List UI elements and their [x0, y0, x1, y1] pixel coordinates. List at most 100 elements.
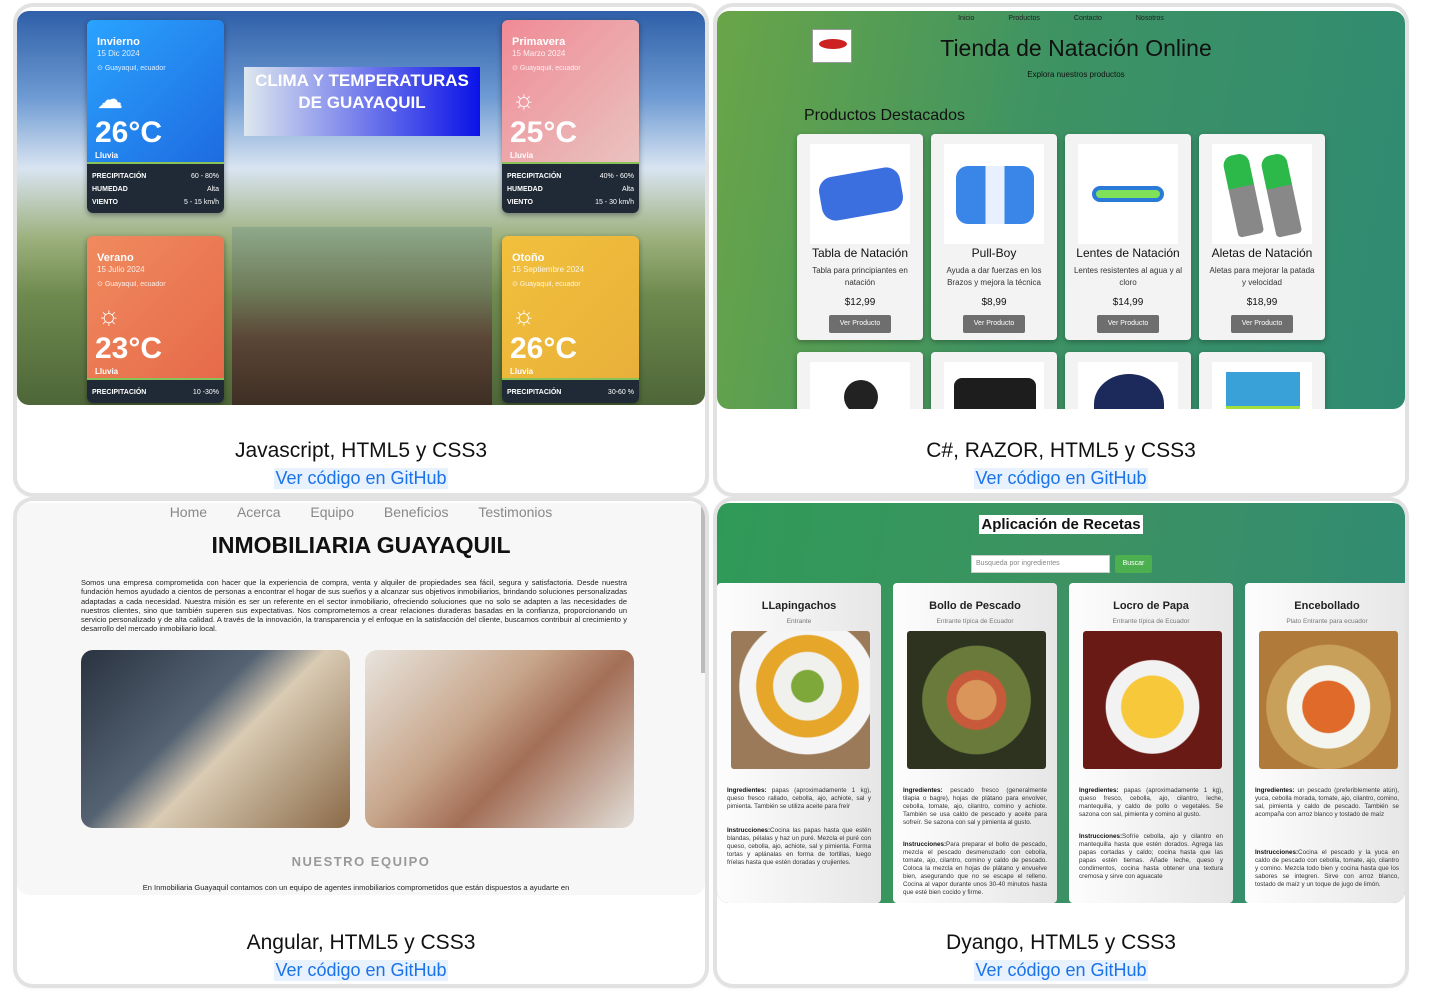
- github-link[interactable]: Ver código en GitHub: [274, 468, 448, 489]
- product-name: Tabla de Natación: [811, 246, 909, 260]
- weather-preview: Invierno 15 Dic 2024 ⊙ Guayaquil, ecuado…: [17, 11, 705, 405]
- recipe-instructions: Instrucciones:Para preparar el bollo de …: [903, 841, 1047, 896]
- season-location: ⊙ Guayaquil, ecuador: [512, 65, 581, 72]
- product-card: [931, 352, 1057, 409]
- season-date: 15 Marzo 2024: [512, 49, 566, 58]
- bag-image: [944, 362, 1044, 409]
- season-card-primavera: Primavera 15 Marzo 2024 ⊙ Guayaquil, ecu…: [502, 20, 639, 213]
- recipe-name: Bollo de Pescado: [929, 600, 1021, 612]
- season-date: 15 Julio 2024: [97, 265, 145, 274]
- season-condition: Lluvia: [95, 151, 119, 160]
- bollo-de-pescado-photo: [907, 631, 1046, 769]
- locro-de-papa-photo: [1083, 631, 1222, 769]
- product-card: [1065, 352, 1191, 409]
- recipe-ingredients: Ingredientes: pescado fresco (generalmen…: [903, 787, 1048, 826]
- about-text: Somos una empresa comprometida con hacer…: [81, 578, 627, 634]
- recipe-type: Plato Entrante para ecuador: [1286, 618, 1368, 625]
- shop-subtitle: Explora nuestros productos: [1027, 70, 1125, 79]
- github-link[interactable]: Ver código en GitHub: [274, 960, 448, 981]
- recipe-card: Encebollado Plato Entrante para ecuador …: [1245, 583, 1405, 903]
- real-estate-title: INMOBILIARIA GUAYAQUIL: [211, 532, 511, 558]
- recipe-type: Entrante: [786, 618, 812, 625]
- project-footer: Javascript, HTML5 y CSS3 Ver código en G…: [17, 439, 705, 489]
- nav-equipo[interactable]: Equipo: [310, 504, 354, 520]
- season-card-invierno: Invierno 15 Dic 2024 ⊙ Guayaquil, ecuado…: [87, 20, 224, 213]
- product-price: $8,99: [981, 297, 1007, 308]
- product-card: [1199, 352, 1325, 409]
- watch-image: [810, 362, 910, 409]
- encebollado-photo: [1259, 631, 1398, 769]
- product-card: Aletas de Natación Aletas para mejorar l…: [1199, 134, 1325, 340]
- nav-beneficios[interactable]: Beneficios: [384, 504, 449, 520]
- github-link[interactable]: Ver código en GitHub: [974, 960, 1148, 981]
- season-name: Verano: [97, 252, 134, 264]
- project-card-real-estate: Home Acerca Equipo Beneficios Testimonio…: [17, 501, 705, 984]
- swim-cap-image: [1078, 362, 1178, 409]
- recipe-card: Bollo de Pescado Entrante típica de Ecua…: [893, 583, 1057, 903]
- product-card: [797, 352, 923, 409]
- project-card-weather: Invierno 15 Dic 2024 ⊙ Guayaquil, ecuado…: [17, 7, 705, 493]
- season-card-verano: Verano 15 Julio 2024 ⊙ Guayaquil, ecuado…: [87, 236, 224, 403]
- season-stats: PRECIPITACIÓN 40% - 60% HUMEDAD Alta VIENT…: [502, 162, 639, 213]
- couple-keys-photo: [365, 650, 634, 828]
- recipe-instructions: Instrucciones:Sofríe cebolla, ajo y cila…: [1079, 833, 1223, 880]
- shop-title: Tienda de Natación Online: [940, 35, 1212, 61]
- recipe-card: Locro de Papa Entrante típica de Ecuador…: [1069, 583, 1233, 903]
- search-button[interactable]: Buscar: [1115, 555, 1152, 573]
- house-model-photo: [81, 650, 350, 828]
- nav-testimonios[interactable]: Testimonios: [478, 504, 552, 520]
- season-location: ⊙ Guayaquil, ecuador: [97, 65, 166, 72]
- product-description: Lentes resistentes al agua y al cloro: [1073, 266, 1183, 287]
- view-product-button[interactable]: Ver Producto: [829, 315, 891, 333]
- product-price: $12,99: [844, 297, 876, 308]
- scrollbar[interactable]: [701, 503, 705, 673]
- ingredient-search-input[interactable]: Busqueda por ingredientes: [971, 555, 1110, 573]
- project-tech: Dyango, HTML5 y CSS3: [946, 931, 1176, 954]
- product-description: Tabla para principiantes en natación: [812, 266, 908, 287]
- goggles-image: [1078, 144, 1178, 244]
- product-name: Lentes de Natación: [1076, 246, 1180, 260]
- team-heading: NUESTRO EQUIPO: [291, 854, 431, 869]
- fins-image: [1212, 144, 1312, 244]
- season-location: ⊙ Guayaquil, ecuador: [97, 281, 166, 288]
- view-product-button[interactable]: Ver Producto: [963, 315, 1025, 333]
- pull-buoy-image: [944, 144, 1044, 244]
- recipe-instructions: Instrucciones:Cocina el pescado y la yuc…: [1255, 849, 1399, 888]
- team-text: En Inmobiliaria Guayaquil contamos con u…: [142, 883, 570, 892]
- sun-icon: ☼: [97, 300, 121, 330]
- nav-contacto[interactable]: Contacto: [1074, 15, 1102, 22]
- github-link[interactable]: Ver código en GitHub: [974, 468, 1148, 489]
- project-footer: Angular, HTML5 y CSS3 Ver código en GitH…: [17, 931, 705, 981]
- kickboard-image: [810, 144, 910, 244]
- season-name: Otoño: [512, 252, 545, 264]
- nav-nosotros[interactable]: Nosotros: [1136, 15, 1164, 22]
- nav-home[interactable]: Home: [170, 504, 207, 520]
- iguana-photo: [232, 227, 492, 405]
- project-tech: Javascript, HTML5 y CSS3: [234, 439, 488, 462]
- view-product-button[interactable]: Ver Producto: [1097, 315, 1159, 333]
- season-location: ⊙ Guayaquil, ecuador: [512, 281, 581, 288]
- recipe-type: Entrante típica de Ecuador: [936, 618, 1014, 625]
- nav-inicio[interactable]: Inicio: [958, 15, 974, 22]
- season-date: 15 Dic 2024: [97, 49, 140, 58]
- project-card-recipes: Aplicación de Recetas Busqueda por ingre…: [717, 501, 1405, 984]
- project-card-swim-shop: Inicio Productos Contacto Nosotros Tiend…: [717, 7, 1405, 493]
- project-tech: Angular, HTML5 y CSS3: [246, 931, 476, 954]
- recipe-name: Encebollado: [1294, 600, 1360, 612]
- project-footer: C#, RAZOR, HTML5 y CSS3 Ver código en Gi…: [717, 439, 1405, 489]
- view-product-button[interactable]: Ver Producto: [1231, 315, 1293, 333]
- recipes-title: Aplicación de Recetas: [979, 515, 1143, 534]
- season-condition: Lluvia: [95, 367, 119, 376]
- project-footer: Dyango, HTML5 y CSS3 Ver código en GitHu…: [717, 931, 1405, 981]
- recipe-instructions: Instrucciones:Cocina las papas hasta que…: [727, 827, 871, 866]
- shop-nav: Inicio Productos Contacto Nosotros: [717, 15, 1405, 22]
- nav-acerca[interactable]: Acerca: [237, 504, 281, 520]
- featured-heading: Productos Destacados: [804, 107, 965, 124]
- nav-productos[interactable]: Productos: [1008, 15, 1040, 22]
- season-date: 15 Septiembre 2024: [512, 265, 585, 274]
- product-price: $18,99: [1246, 297, 1278, 308]
- recipe-ingredients: Ingredientes: un pescado (preferiblement…: [1255, 787, 1399, 818]
- season-stats: PRECIPITACIÓN 30-60 %: [502, 378, 639, 403]
- product-price: $14,99: [1112, 297, 1144, 308]
- swim-shop-preview: Inicio Productos Contacto Nosotros Tiend…: [717, 11, 1405, 409]
